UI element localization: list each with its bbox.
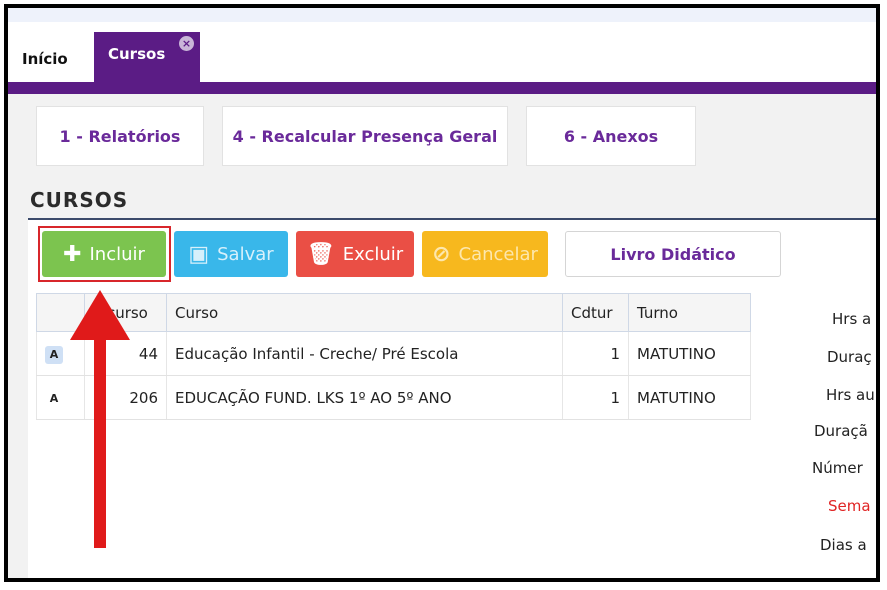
col-header-cdtur[interactable]: Cdtur — [562, 293, 629, 332]
excluir-label: Excluir — [342, 243, 404, 265]
cell-cdtur: 1 — [562, 331, 629, 376]
tab-inicio[interactable]: Início — [8, 36, 90, 82]
cancelar-label: Cancelar — [458, 243, 538, 265]
side-label-hrs-aula-2: Hrs au — [826, 386, 875, 404]
cell-cdtur: 1 — [562, 375, 629, 420]
anexos-button[interactable]: 6 - Anexos — [526, 106, 696, 166]
tab-cursos[interactable]: Cursos × — [94, 32, 200, 82]
cell-curso: Educação Infantil - Creche/ Pré Escola — [166, 331, 563, 376]
recalcular-presenca-button[interactable]: 4 - Recalcular Presença Geral — [222, 106, 508, 166]
side-label-dias: Dias a — [820, 536, 867, 554]
save-icon: ▣ — [188, 241, 210, 267]
side-label-numero: Númer — [812, 459, 863, 477]
excluir-button[interactable]: 🗑 Excluir — [296, 231, 414, 277]
side-label-hrs-aula: Hrs a — [832, 310, 872, 328]
page-title: CURSOS — [30, 188, 129, 212]
salvar-button[interactable]: ▣ Salvar — [174, 231, 288, 277]
table-header-row: Idcurso Curso Cdtur Turno — [36, 293, 751, 332]
table-row[interactable]: A 44 Educação Infantil - Creche/ Pré Esc… — [36, 331, 751, 376]
side-label-semanas: Sema — [828, 497, 871, 515]
relatorios-button[interactable]: 1 - Relatórios — [36, 106, 204, 166]
side-label-duracao-2: Duraçã — [814, 422, 868, 440]
salvar-label: Salvar — [217, 243, 274, 265]
cell-turno: MATUTINO — [628, 331, 751, 376]
cancel-icon: ⊘ — [432, 241, 451, 267]
cell-turno: MATUTINO — [628, 375, 751, 420]
tab-cursos-label: Cursos — [108, 45, 166, 63]
highlight-box — [38, 226, 171, 282]
top-strip — [8, 8, 876, 22]
cell-curso: EDUCAÇÃO FUND. LKS 1º AO 5º ANO — [166, 375, 563, 420]
table-row[interactable]: A 206 EDUCAÇÃO FUND. LKS 1º AO 5º ANO 1 … — [36, 375, 751, 420]
close-icon[interactable]: × — [179, 36, 194, 51]
cursos-table: Idcurso Curso Cdtur Turno A 44 Educação … — [36, 293, 751, 420]
col-header-curso[interactable]: Curso — [166, 293, 563, 332]
row-marker-cell[interactable]: A — [36, 375, 85, 420]
side-label-duracao: Duraç — [827, 348, 872, 366]
tab-bar: Início Cursos × — [8, 22, 876, 94]
row-marker: A — [45, 345, 63, 364]
annotation-arrow-shaft — [94, 330, 106, 548]
cancelar-button[interactable]: ⊘ Cancelar — [422, 231, 548, 277]
row-marker: A — [49, 391, 59, 405]
livro-didatico-button[interactable]: Livro Didático — [565, 231, 781, 277]
trash-icon: 🗑 — [306, 241, 335, 267]
app-window: Início Cursos × 1 - Relatórios 4 - Recal… — [4, 4, 880, 582]
col-header-turno[interactable]: Turno — [628, 293, 751, 332]
